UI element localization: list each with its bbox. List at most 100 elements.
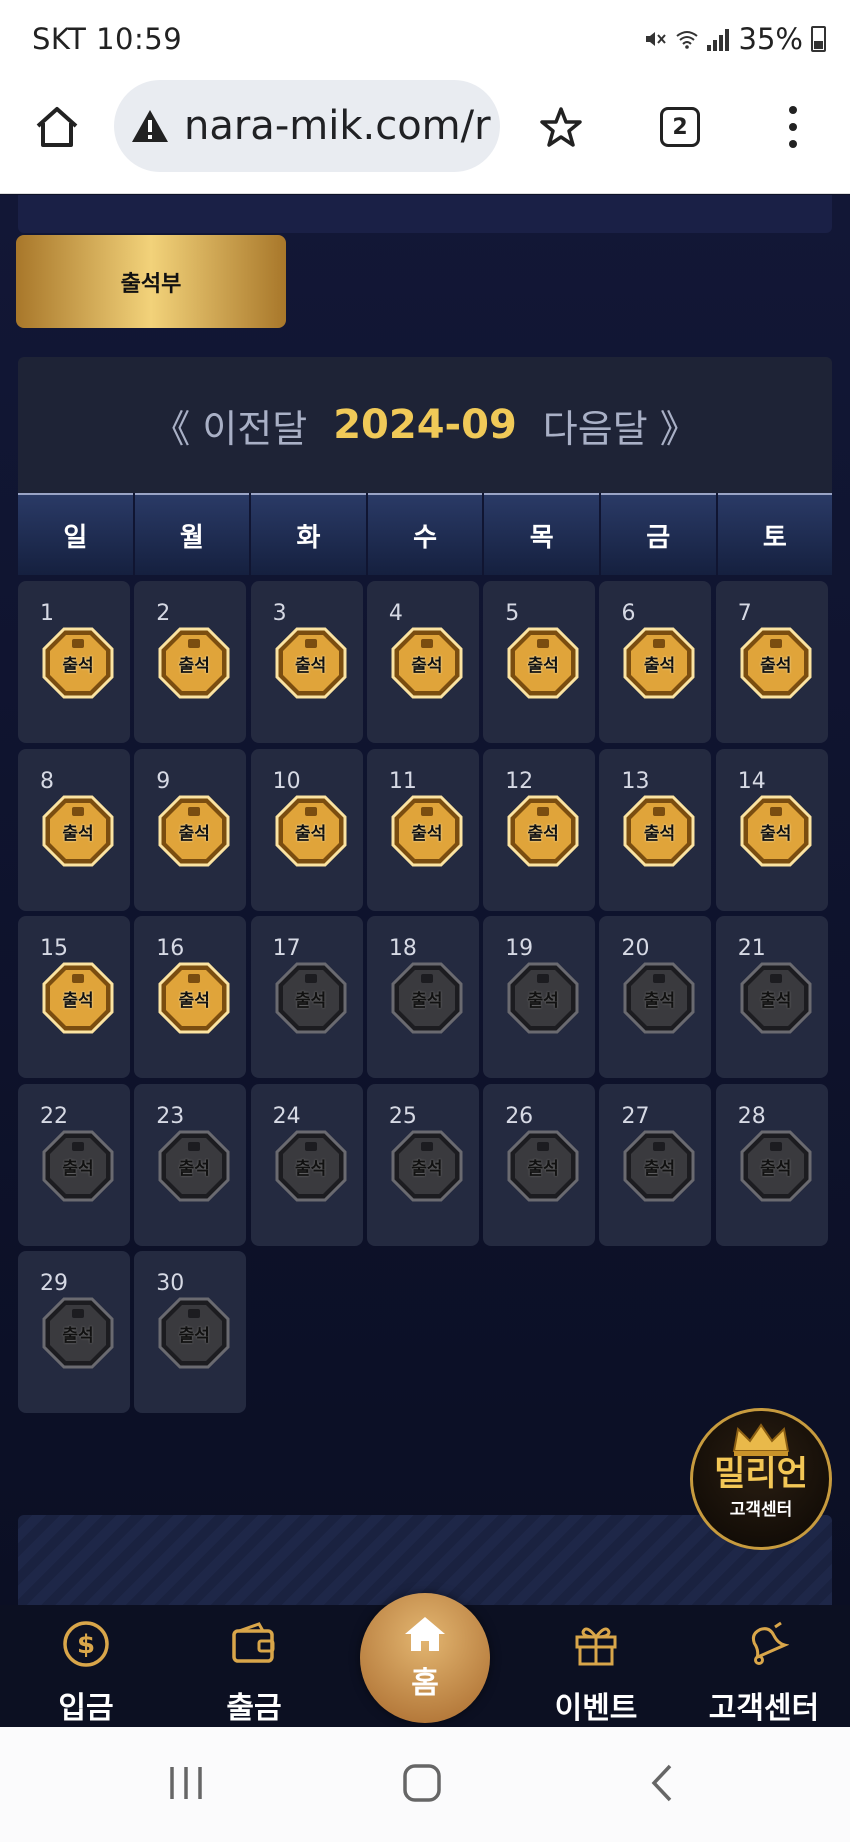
browser-toolbar: nara-mik.com/r 2 xyxy=(0,80,850,194)
day-number: 25 xyxy=(388,1103,417,1129)
nav-withdraw-label: 출금 xyxy=(226,1691,282,1726)
calendar-day[interactable]: 22 출석 xyxy=(18,1083,130,1246)
browser-menu-icon[interactable] xyxy=(786,106,800,148)
nav-support-label: 고객센터 xyxy=(708,1691,820,1726)
customer-center-float-button[interactable]: 밀리언 고객센터 xyxy=(690,1408,832,1550)
recent-apps-icon[interactable] xyxy=(166,1763,206,1803)
mute-icon xyxy=(645,32,666,46)
nav-deposit[interactable]: $ 입금 xyxy=(16,1619,156,1727)
calendar-day[interactable]: 5 출석 xyxy=(483,581,596,743)
attendance-calendar: 《 이전달 2024-09 다음달 》 일 월 화 수 목 금 토 1 출석 2 출석… xyxy=(18,357,833,1605)
day-number: 6 xyxy=(621,601,636,626)
badge-label: 출석 xyxy=(62,1158,94,1179)
badge-label: 출석 xyxy=(62,991,94,1011)
url-text: nara-mik.com/r xyxy=(184,103,491,149)
crown-icon xyxy=(732,1423,790,1456)
badge-label: 출석 xyxy=(178,1158,210,1179)
calendar-day[interactable]: 18 출석 xyxy=(366,916,479,1078)
calendar-day[interactable]: 7 출석 xyxy=(715,581,828,743)
badge-label: 출석 xyxy=(294,656,327,676)
calendar-day[interactable]: 13 출석 xyxy=(599,748,712,911)
bookmark-star-icon[interactable] xyxy=(540,106,582,148)
calendar-day[interactable]: 30 출석 xyxy=(134,1251,247,1413)
day-number: 22 xyxy=(40,1103,68,1129)
badge-label: 출석 xyxy=(62,656,94,676)
badge-label: 출석 xyxy=(178,991,210,1011)
calendar-day[interactable]: 16 출석 xyxy=(134,916,247,1078)
calendar-day[interactable]: 6 출석 xyxy=(599,581,712,743)
badge-label: 출석 xyxy=(62,823,94,844)
status-time: SKT 10:59 xyxy=(32,22,183,56)
android-home-icon[interactable] xyxy=(402,1763,442,1803)
attendance-tab[interactable]: 출석부 xyxy=(16,235,286,328)
nav-event-label: 이벤트 xyxy=(554,1691,638,1726)
day-number: 10 xyxy=(272,768,301,794)
calendar-day[interactable]: 17 출석 xyxy=(250,916,363,1078)
wallet-icon xyxy=(232,1622,275,1663)
calendar-day[interactable]: 10 출석 xyxy=(250,748,363,911)
calendar-day[interactable]: 8 출석 xyxy=(18,748,130,911)
calendar-day[interactable]: 21 출석 xyxy=(715,916,828,1078)
nav-withdraw[interactable]: 출금 xyxy=(184,1619,324,1727)
bell-icon xyxy=(751,1621,789,1665)
calendar-day[interactable]: 14 출석 xyxy=(715,748,828,911)
calendar-day[interactable]: 29 출석 xyxy=(18,1251,130,1413)
badge-label: 출석 xyxy=(643,656,676,676)
day-number: 24 xyxy=(272,1103,301,1129)
nav-support[interactable]: 고객센터 xyxy=(694,1619,834,1727)
calendar-day[interactable]: 25 출석 xyxy=(366,1083,479,1246)
calendar-day[interactable]: 23 출석 xyxy=(134,1083,247,1246)
weekday-row: 일 월 화 수 목 금 토 xyxy=(18,493,833,575)
calendar-day[interactable]: 28 출석 xyxy=(715,1083,828,1246)
day-number: 20 xyxy=(621,936,650,961)
browser-home-icon[interactable] xyxy=(32,102,82,152)
day-number: 30 xyxy=(156,1271,185,1296)
calendar-day[interactable]: 15 출석 xyxy=(18,916,130,1078)
calendar-day[interactable]: 4 출석 xyxy=(366,581,479,743)
tab-switcher-button[interactable]: 2 xyxy=(660,107,700,147)
day-number: 19 xyxy=(505,936,534,961)
day-number: 21 xyxy=(737,936,766,961)
back-icon[interactable] xyxy=(646,1763,676,1803)
badge-label: 출석 xyxy=(411,1158,443,1179)
status-icons: 35% xyxy=(643,22,826,56)
calendar-day[interactable]: 12 출석 xyxy=(483,748,596,911)
calendar-day[interactable]: 11 출석 xyxy=(366,748,479,911)
prev-month-link[interactable]: 《 이전달 xyxy=(152,398,307,453)
calendar-day[interactable]: 9 출석 xyxy=(134,748,247,911)
cs-subtitle: 고객센터 xyxy=(729,1499,793,1520)
day-number: 11 xyxy=(388,768,417,794)
nav-event[interactable]: 이벤트 xyxy=(526,1619,666,1727)
wifi-icon xyxy=(675,31,698,49)
badge-label: 출석 xyxy=(760,991,792,1011)
next-month-link[interactable]: 다음달 》 xyxy=(543,398,698,453)
day-number: 1 xyxy=(40,601,54,626)
badge-label: 출석 xyxy=(760,823,792,844)
badge-label: 출석 xyxy=(411,991,443,1011)
badge-label: 출석 xyxy=(527,991,559,1011)
day-number: 23 xyxy=(156,1103,185,1129)
weekday-sun: 일 xyxy=(18,493,133,575)
gift-icon xyxy=(575,1627,617,1666)
badge-label: 출석 xyxy=(527,823,559,844)
calendar-header: 《 이전달 2024-09 다음달 》 xyxy=(18,357,832,493)
calendar-day[interactable]: 20 출석 xyxy=(599,916,712,1078)
not-secure-warning-icon[interactable] xyxy=(130,108,170,144)
calendar-day[interactable]: 19 출석 xyxy=(483,916,596,1078)
day-number: 15 xyxy=(40,936,68,961)
weekday-sat: 토 xyxy=(717,493,833,575)
day-number: 29 xyxy=(40,1271,68,1296)
day-number: 27 xyxy=(621,1103,650,1129)
calendar-day[interactable]: 3 출석 xyxy=(250,581,363,743)
address-bar[interactable]: nara-mik.com/r xyxy=(114,80,500,172)
calendar-day[interactable]: 27 출석 xyxy=(599,1083,712,1246)
current-month: 2024-09 xyxy=(333,402,517,448)
nav-home-button[interactable]: 홈 xyxy=(360,1593,490,1723)
weekday-mon: 월 xyxy=(134,493,250,575)
day-number: 18 xyxy=(388,936,417,961)
calendar-day[interactable]: 2 출석 xyxy=(134,581,247,743)
calendar-day[interactable]: 1 출석 xyxy=(18,581,130,743)
calendar-day[interactable]: 26 출석 xyxy=(483,1083,596,1246)
badge-label: 출석 xyxy=(178,823,210,844)
calendar-day[interactable]: 24 출석 xyxy=(250,1083,363,1246)
